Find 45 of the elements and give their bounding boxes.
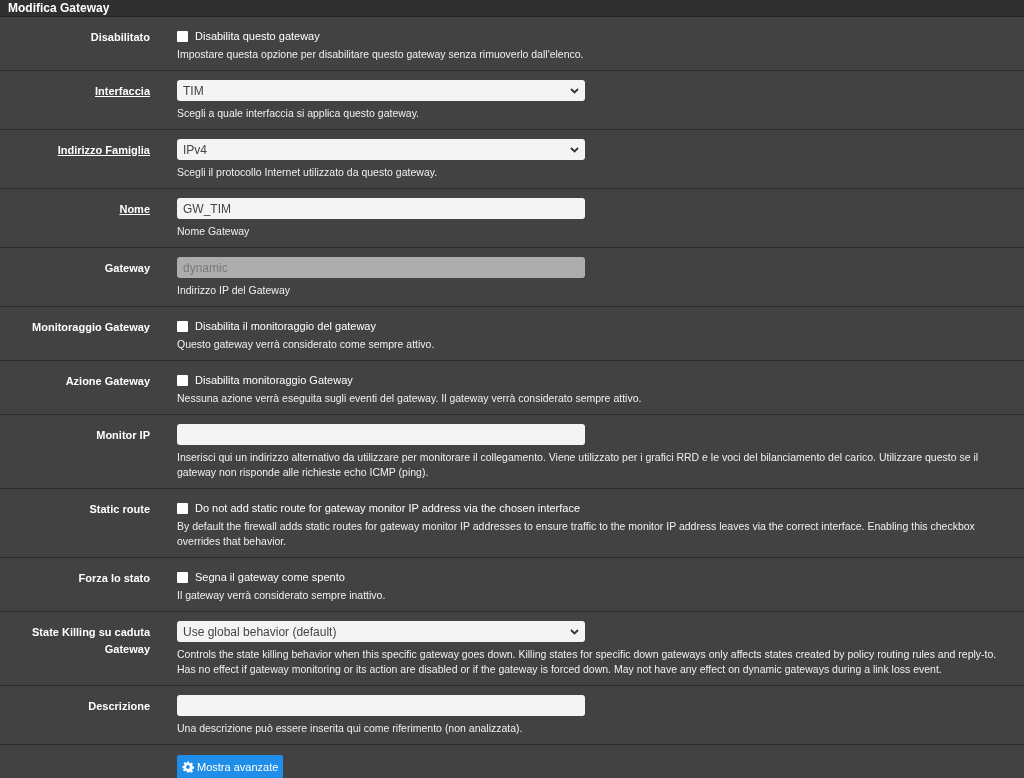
field-label: Disabilitato: [89, 30, 150, 45]
help-text: Il gateway verrà considerato sempre inattivo.: [177, 588, 387, 603]
help-text: Una descrizione può essere inserita qui come riferimento (non analizzata).: [177, 721, 524, 736]
field-label: Descrizione: [87, 699, 150, 714]
gear-icon: [182, 761, 194, 773]
checkbox-label[interactable]: Disabilita il monitoraggio del gateway: [195, 320, 376, 332]
panel-title: Modifica Gateway: [8, 1, 110, 15]
dropdown[interactable]: IPv4: [177, 139, 585, 160]
checkbox[interactable]: [177, 320, 188, 332]
help-text: Indirizzo IP del Gateway: [177, 283, 292, 298]
checkbox-label[interactable]: Disabilita questo gateway: [195, 30, 320, 42]
checkbox[interactable]: [177, 571, 188, 583]
field-label: Azione Gateway: [64, 374, 150, 389]
field-label: Monitoraggio Gateway: [31, 320, 150, 335]
field-label: Interfaccia: [93, 84, 150, 99]
dropdown[interactable]: TIM: [177, 80, 585, 101]
input-field[interactable]: [177, 695, 585, 716]
field-label: Forza lo stato: [77, 571, 150, 586]
input-field[interactable]: [177, 424, 585, 445]
chevron-down-icon: [570, 146, 579, 153]
help-text: Nome Gateway: [177, 224, 251, 239]
checkbox[interactable]: [177, 30, 188, 42]
help-text: Nessuna azione verrà eseguita sugli eventi del gateway. Il gateway verrà considerato sempre attivo.: [177, 391, 643, 406]
field-label: Gateway: [103, 261, 150, 276]
field-label: Monitor IP: [95, 428, 150, 443]
help-text: Controls the state killing behavior when this specific gateway goes down. Killing states for specific down gateways only affects states created by policy routing rules and reply-to. Has no effect if gateway monitoring or its action are disabled or if the gateway is forced down. May not have any effect on dynamic gateways during a link loss event.: [177, 647, 998, 677]
checkbox[interactable]: [177, 374, 188, 386]
checkbox-label[interactable]: Do not add static route for gateway monitor IP address via the chosen interface: [195, 502, 580, 514]
field-label: Nome: [118, 202, 150, 217]
dropdown[interactable]: Use global behavior (default): [177, 621, 585, 642]
checkbox-label[interactable]: Segna il gateway come spento: [195, 571, 345, 583]
chevron-down-icon: [570, 628, 579, 635]
help-text: Scegli il protocollo Internet utilizzato da questo gateway.: [177, 165, 439, 180]
field-label: Static route: [88, 502, 150, 517]
field-label: Indirizzo Famiglia: [56, 143, 150, 158]
help-text: By default the firewall adds static routes for gateway monitor IP addresses to ensure traffic to the monitor IP address leaves via the correct interface. Enabling this checkbox overrides that behavior.: [177, 519, 976, 549]
help-text: Inserisci qui un indirizzo alternativo da utilizzare per monitorare il collegamento. Viene utilizzato per i grafici RRD e le voci del bilanciamento del carico. Utilizzare questo se il gateway non risponde alle richieste echo ICMP (ping).: [177, 450, 980, 480]
help-text: Impostare questa opzione per disabilitare questo gateway senza rimuoverlo dall'elenco.: [177, 47, 585, 62]
chevron-down-icon: [570, 87, 579, 94]
help-text: Questo gateway verrà considerato come sempre attivo.: [177, 337, 436, 352]
checkbox-label[interactable]: Disabilita monitoraggio Gateway: [195, 374, 353, 386]
checkbox[interactable]: [177, 502, 188, 514]
input-field[interactable]: GW_TIM: [177, 198, 585, 219]
field-label: State Killing su caduta Gateway: [31, 625, 150, 657]
help-text: Scegli a quale interfaccia si applica questo gateway.: [177, 106, 421, 121]
